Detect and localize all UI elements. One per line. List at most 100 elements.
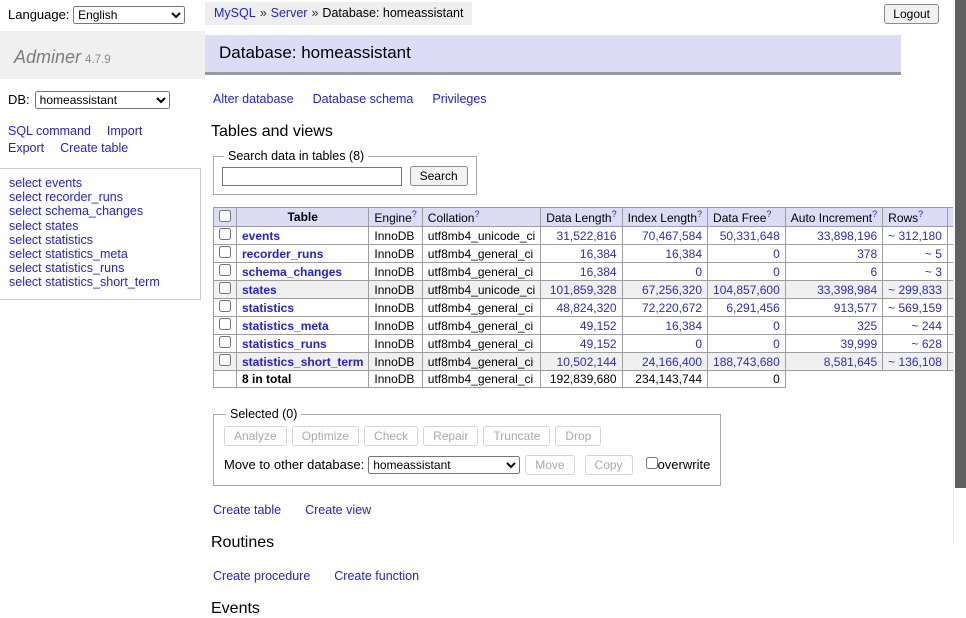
- selected-legend: Selected (0): [226, 407, 301, 421]
- app-name: Adminer: [14, 47, 81, 67]
- routines-links: Create procedure Create function: [213, 569, 901, 583]
- analyze-button[interactable]: Analyze: [224, 426, 287, 446]
- create-view-link[interactable]: Create view: [305, 503, 371, 517]
- breadcrumb-separator: »: [311, 6, 318, 20]
- column-header-rows: Rows?: [883, 208, 948, 227]
- language-form: Language: English: [0, 0, 205, 29]
- search-legend: Search data in tables (8): [224, 149, 368, 163]
- auto-increment-help-link[interactable]: ?: [872, 209, 877, 219]
- row-checkbox[interactable]: [219, 228, 231, 240]
- selected-buttons-row: AnalyzeOptimizeCheckRepairTruncateDrop: [224, 426, 710, 446]
- scrollbar-thumb[interactable]: [955, 0, 966, 488]
- database-schema-link[interactable]: Database schema: [313, 92, 414, 106]
- sidebar-item-select-schema-changes[interactable]: select schema_changes: [9, 204, 200, 218]
- breadcrumb-link-server[interactable]: Server: [271, 6, 308, 20]
- column-header-auto-increment: Auto Increment?: [785, 208, 882, 227]
- sidebar-item-select-recorder-runs[interactable]: select recorder_runs: [9, 190, 200, 204]
- database-links: Alter database Database schema Privileges: [213, 92, 901, 106]
- events-title: Events: [211, 600, 901, 618]
- row-checkbox[interactable]: [219, 354, 231, 366]
- create-table-link[interactable]: Create table: [213, 503, 281, 517]
- alter-database-link[interactable]: Alter database: [213, 92, 294, 106]
- copy-button[interactable]: Copy: [585, 455, 633, 475]
- vertical-scrollbar[interactable]: [953, 0, 966, 543]
- collation-help-link[interactable]: ?: [474, 209, 479, 219]
- language-label: Language:: [8, 7, 69, 22]
- sidebar-link-export[interactable]: Export: [8, 141, 44, 155]
- row-checkbox[interactable]: [219, 282, 231, 294]
- breadcrumb-current: Database: homeassistant: [322, 6, 463, 20]
- row-checkbox[interactable]: [219, 246, 231, 258]
- repair-button[interactable]: Repair: [423, 426, 478, 446]
- rows-help-link[interactable]: ?: [918, 209, 923, 219]
- table-link[interactable]: statistics: [242, 301, 294, 315]
- create-links: Create table Create view: [213, 503, 901, 517]
- db-form: DB: homeassistant: [0, 79, 205, 111]
- db-label: DB:: [8, 92, 30, 107]
- table-link[interactable]: statistics_short_term: [242, 355, 363, 369]
- sidebar-link-create-table[interactable]: Create table: [60, 141, 128, 155]
- sidebar-link-import[interactable]: Import: [107, 124, 142, 138]
- table-row-statistics-short-term: statistics_short_term InnoDB utf8mb4_gen…: [214, 353, 966, 371]
- overwrite-checkbox[interactable]: [646, 457, 658, 469]
- sidebar: Language: English Adminer 4.7.9 DB: homea…: [0, 0, 205, 300]
- language-select[interactable]: English: [73, 6, 185, 24]
- app-title: Adminer 4.7.9: [0, 31, 205, 79]
- tables-and-views-title: Tables and views: [211, 123, 901, 141]
- create-function-link[interactable]: Create function: [334, 569, 419, 583]
- sidebar-item-select-statistics-short-term[interactable]: select statistics_short_term: [9, 275, 200, 289]
- sidebar-link-sql-command[interactable]: SQL command: [8, 124, 91, 138]
- move-label: Move to other database:: [224, 457, 364, 472]
- sidebar-actions: SQL command Import Export Create table: [0, 111, 205, 159]
- row-checkbox[interactable]: [219, 300, 231, 312]
- search-button[interactable]: Search: [410, 166, 468, 186]
- search-fieldset: Search data in tables (8) Search: [213, 149, 477, 195]
- sidebar-item-select-statistics[interactable]: select statistics: [9, 233, 200, 247]
- index-length-help-link[interactable]: ?: [697, 209, 702, 219]
- app-version: 4.7.9: [85, 54, 111, 66]
- table-link[interactable]: recorder_runs: [242, 247, 323, 261]
- table-row-statistics-runs: statistics_runs InnoDB utf8mb4_general_c…: [214, 335, 966, 353]
- column-header-data-free: Data Free?: [708, 208, 786, 227]
- engine-help-link[interactable]: ?: [412, 209, 417, 219]
- sidebar-item-select-statistics-meta[interactable]: select statistics_meta: [9, 247, 200, 261]
- sidebar-item-select-statistics-runs[interactable]: select statistics_runs: [9, 261, 200, 275]
- breadcrumb: MySQL»Server»Database: homeassistant: [205, 2, 472, 25]
- tables-overview-table: Table Engine? Collation? Data Length? In…: [213, 207, 966, 388]
- move-row: Move to other database: homeassistant Move…: [224, 455, 710, 475]
- data-free-help-link[interactable]: ?: [766, 209, 771, 219]
- table-header-row: Table Engine? Collation? Data Length? In…: [214, 208, 966, 227]
- table-link[interactable]: states: [242, 283, 277, 297]
- main-content: MySQL»Server»Database: homeassistant Dat…: [205, 0, 901, 618]
- search-input[interactable]: [222, 167, 402, 186]
- truncate-button[interactable]: Truncate: [483, 426, 550, 446]
- logout-button[interactable]: Logout: [884, 4, 939, 24]
- sidebar-item-select-states[interactable]: select states: [9, 219, 200, 233]
- data-length-help-link[interactable]: ?: [612, 209, 617, 219]
- select-all-checkbox[interactable]: [219, 210, 231, 222]
- routines-title: Routines: [211, 534, 901, 552]
- table-row-events: events InnoDB utf8mb4_unicode_ci 31,522,…: [214, 227, 966, 245]
- table-row-recorder-runs: recorder_runs InnoDB utf8mb4_general_ci …: [214, 245, 966, 263]
- move-button[interactable]: Move: [525, 455, 574, 475]
- sidebar-item-select-events[interactable]: select events: [9, 176, 200, 190]
- column-header-table: Table: [237, 208, 369, 227]
- move-database-select[interactable]: homeassistant: [368, 456, 520, 474]
- row-checkbox[interactable]: [219, 264, 231, 276]
- db-select[interactable]: homeassistant: [35, 91, 170, 109]
- table-row-statistics-meta: statistics_meta InnoDB utf8mb4_general_c…: [214, 317, 966, 335]
- check-button[interactable]: Check: [364, 426, 418, 446]
- row-checkbox[interactable]: [219, 318, 231, 330]
- breadcrumb-separator: »: [260, 6, 267, 20]
- drop-button[interactable]: Drop: [555, 426, 601, 446]
- table-link[interactable]: schema_changes: [242, 265, 342, 279]
- table-link[interactable]: statistics_runs: [242, 337, 327, 351]
- table-link[interactable]: statistics_meta: [242, 319, 329, 333]
- table-row-states: states InnoDB utf8mb4_unicode_ci 101,859…: [214, 281, 966, 299]
- table-link[interactable]: events: [242, 229, 280, 243]
- breadcrumb-link-mysql[interactable]: MySQL: [214, 6, 256, 20]
- create-procedure-link[interactable]: Create procedure: [213, 569, 310, 583]
- optimize-button[interactable]: Optimize: [292, 426, 359, 446]
- privileges-link[interactable]: Privileges: [432, 92, 486, 106]
- row-checkbox[interactable]: [219, 336, 231, 348]
